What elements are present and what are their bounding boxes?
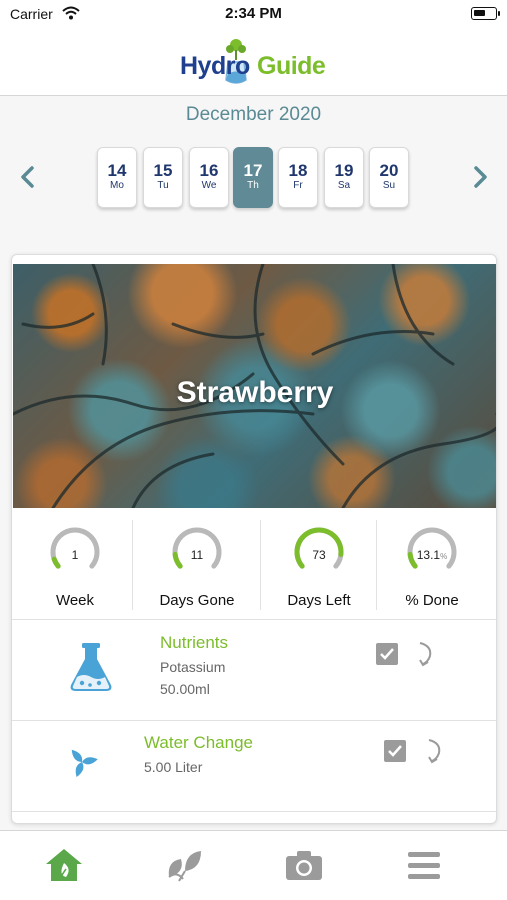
stat-week: 1 Week [17, 520, 133, 612]
battery-icon [471, 7, 500, 20]
task-reset-button[interactable] [423, 737, 445, 765]
task-complete-checkbox[interactable] [384, 740, 406, 762]
logo-text-guide: Guide [257, 52, 326, 80]
task-water-change: Water Change 5.00 Liter [12, 712, 496, 812]
day-cell-16[interactable]: 16 We [189, 147, 229, 208]
prev-week-button[interactable] [16, 163, 40, 191]
tab-menu[interactable] [404, 847, 444, 883]
day-name: Mo [110, 180, 124, 191]
tab-home[interactable] [44, 847, 84, 883]
stat-label: Days Left [287, 592, 351, 609]
progress-stats: 1 Week 11 Days Gone 73 Days Left 13.1% %… [12, 508, 496, 620]
stat-days-gone: 11 Days Gone [139, 520, 255, 612]
day-name: Fr [293, 180, 303, 191]
day-number: 17 [243, 161, 263, 180]
redo-arrow-icon [428, 739, 441, 764]
next-week-button[interactable] [468, 163, 492, 191]
day-number: 14 [107, 161, 127, 180]
task-title: Water Change [144, 733, 253, 752]
water-drops-icon [71, 749, 98, 778]
day-cell-17-selected[interactable]: 17 Th [233, 147, 273, 208]
flask-icon [70, 643, 112, 691]
stat-label: Week [55, 592, 95, 609]
plant-hero-image: Strawberry [13, 264, 496, 508]
task-amount: 5.00 Liter [144, 759, 203, 775]
day-name: Th [247, 180, 259, 191]
stat-value-number: 13.1 [416, 548, 441, 562]
checkmark-icon [380, 648, 394, 660]
logo-text-hydro: Hydro [180, 52, 250, 80]
task-reset-button[interactable] [414, 640, 436, 668]
menu-icon [408, 852, 440, 879]
stat-value: 13.1% [404, 548, 460, 562]
task-amount: 50.00ml [160, 681, 210, 697]
day-cell-14[interactable]: 14 Mo [97, 147, 137, 208]
day-number: 20 [379, 161, 399, 180]
day-cell-20[interactable]: 20 Su [369, 147, 409, 208]
stat-value: 1 [71, 548, 79, 562]
task-nutrients: Nutrients Potassium 50.00ml [12, 621, 496, 721]
stat-days-left: 73 Days Left [261, 520, 377, 612]
redo-arrow-icon [419, 642, 432, 667]
task-title: Nutrients [160, 633, 229, 652]
stat-divider [132, 520, 133, 610]
status-time: 2:34 PM [225, 5, 282, 22]
status-bar: Carrier 2:34 PM [0, 0, 507, 28]
stat-value: 11 [190, 548, 204, 562]
task-detail: Potassium [160, 659, 226, 675]
task-complete-checkbox[interactable] [376, 643, 398, 665]
month-title: December 2020 [185, 104, 322, 125]
day-cell-19[interactable]: 19 Sa [324, 147, 364, 208]
stat-label: Days Gone [159, 592, 235, 609]
stat-label: % Done [405, 592, 459, 609]
plant-name: Strawberry [176, 376, 334, 409]
stat-percent-done: 13.1% % Done [374, 520, 490, 612]
day-number: 15 [153, 161, 173, 180]
app-header: Hydro Guide [0, 28, 507, 96]
day-name: We [201, 180, 217, 191]
leaves-icon [168, 851, 201, 882]
app-logo: Hydro Guide [180, 38, 330, 88]
stat-value-unit: % [440, 552, 448, 561]
day-number: 19 [334, 161, 354, 180]
checkmark-icon [388, 745, 402, 757]
day-cell-15[interactable]: 15 Tu [143, 147, 183, 208]
stat-value: 73 [312, 548, 326, 562]
chevron-right-icon [474, 166, 487, 188]
chevron-left-icon [21, 166, 34, 188]
day-picker: 14 Mo 15 Tu 16 We 17 Th 18 Fr 19 Sa 20 S… [97, 147, 417, 209]
bottom-tab-bar [0, 830, 507, 900]
day-name: Sa [337, 180, 351, 191]
day-cell-18[interactable]: 18 Fr [278, 147, 318, 208]
tab-camera[interactable] [284, 847, 324, 883]
day-name: Su [382, 180, 396, 191]
tab-plants[interactable] [163, 847, 203, 883]
home-icon [46, 849, 82, 881]
day-number: 16 [199, 161, 219, 180]
camera-icon [286, 851, 322, 880]
day-number: 18 [288, 161, 308, 180]
day-name: Tu [157, 180, 169, 191]
plant-card: Strawberry 1 Week 11 Days Gone 73 Days L… [11, 254, 497, 824]
